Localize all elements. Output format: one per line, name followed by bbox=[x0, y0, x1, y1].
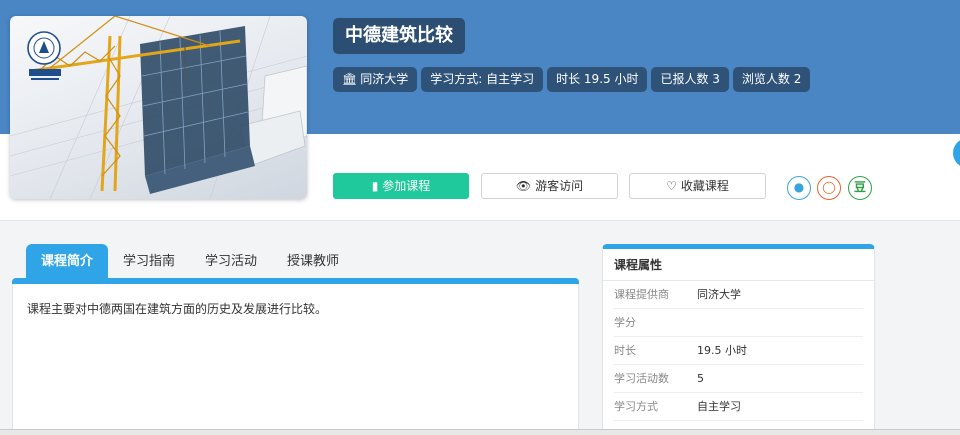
course-attributes-card: 课程属性 课程提供商 同济大学 学分 时长 19.5 小时 学习活动数 5 学习… bbox=[602, 244, 875, 435]
join-course-button[interactable]: ▮ 参加课程 bbox=[333, 173, 469, 199]
attribute-row: 学习活动数 5 bbox=[614, 365, 863, 393]
attributes-title: 课程属性 bbox=[603, 249, 874, 281]
weibo-icon: ◯ bbox=[822, 180, 836, 194]
meta-provider-text: 同济大学 bbox=[360, 72, 409, 86]
eye-icon: 👁 bbox=[515, 179, 532, 193]
heart-icon: ♡ bbox=[666, 179, 677, 193]
meta-duration: 时长 19.5 小时 bbox=[547, 67, 648, 92]
share-weibo-button[interactable]: ◯ bbox=[817, 176, 841, 200]
favorite-course-label: 收藏课程 bbox=[680, 179, 729, 193]
attribute-label: 时长 bbox=[614, 344, 636, 357]
attribute-value: 19.5 小时 bbox=[697, 344, 747, 357]
browser-status-bar bbox=[0, 429, 960, 435]
attribute-row: 学习方式 自主学习 bbox=[614, 393, 863, 421]
join-course-label: 参加课程 bbox=[382, 179, 431, 193]
tab-study-guide[interactable]: 学习指南 bbox=[108, 244, 190, 280]
tab-study-activities[interactable]: 学习活动 bbox=[190, 244, 272, 280]
favorite-course-button[interactable]: ♡ 收藏课程 bbox=[629, 173, 766, 199]
attribute-value: 5 bbox=[697, 372, 704, 385]
course-intro-text: 课程主要对中德两国在建筑方面的历史及发展进行比较。 bbox=[27, 302, 328, 316]
qq-icon: ● bbox=[793, 180, 805, 194]
attribute-label: 学分 bbox=[614, 316, 636, 329]
attribute-row: 学分 bbox=[614, 309, 863, 337]
tab-content-panel: 课程主要对中德两国在建筑方面的历史及发展进行比较。 bbox=[12, 284, 579, 435]
meta-enrolled-count: 已报人数 3 bbox=[651, 67, 729, 92]
share-douban-button[interactable]: 豆 bbox=[848, 176, 872, 200]
douban-icon: 豆 bbox=[853, 180, 866, 194]
attribute-label: 学习方式 bbox=[614, 400, 658, 413]
meta-provider[interactable]: 🏛 同济大学 bbox=[333, 67, 418, 92]
university-logo bbox=[27, 31, 61, 80]
attribute-value: 自主学习 bbox=[697, 400, 741, 413]
course-title: 中德建筑比较 bbox=[333, 18, 465, 54]
meta-view-count: 浏览人数 2 bbox=[732, 67, 811, 92]
attribute-label: 学习活动数 bbox=[614, 372, 669, 385]
course-cover-image bbox=[10, 16, 307, 199]
guest-visit-label: 游客访问 bbox=[535, 179, 584, 193]
tab-course-intro[interactable]: 课程简介 bbox=[26, 244, 109, 280]
construction-illustration bbox=[10, 16, 307, 199]
course-meta-row: 🏛 同济大学 学习方式: 自主学习 时长 19.5 小时 已报人数 3 浏览人数 … bbox=[333, 67, 811, 92]
meta-study-mode: 学习方式: 自主学习 bbox=[421, 67, 544, 92]
book-icon: ▮ bbox=[371, 179, 379, 193]
attribute-label: 课程提供商 bbox=[614, 288, 669, 301]
attribute-row: 课程提供商 同济大学 bbox=[614, 281, 863, 309]
guest-visit-button[interactable]: 👁 游客访问 bbox=[481, 173, 618, 199]
attribute-value: 同济大学 bbox=[697, 288, 741, 301]
course-tabs: 课程简介 学习指南 学习活动 授课教师 bbox=[26, 244, 354, 280]
tab-instructors[interactable]: 授课教师 bbox=[272, 244, 354, 280]
share-qq-button[interactable]: ● bbox=[787, 176, 811, 200]
attribute-row: 时长 19.5 小时 bbox=[614, 337, 863, 365]
university-icon: 🏛 bbox=[342, 72, 358, 86]
